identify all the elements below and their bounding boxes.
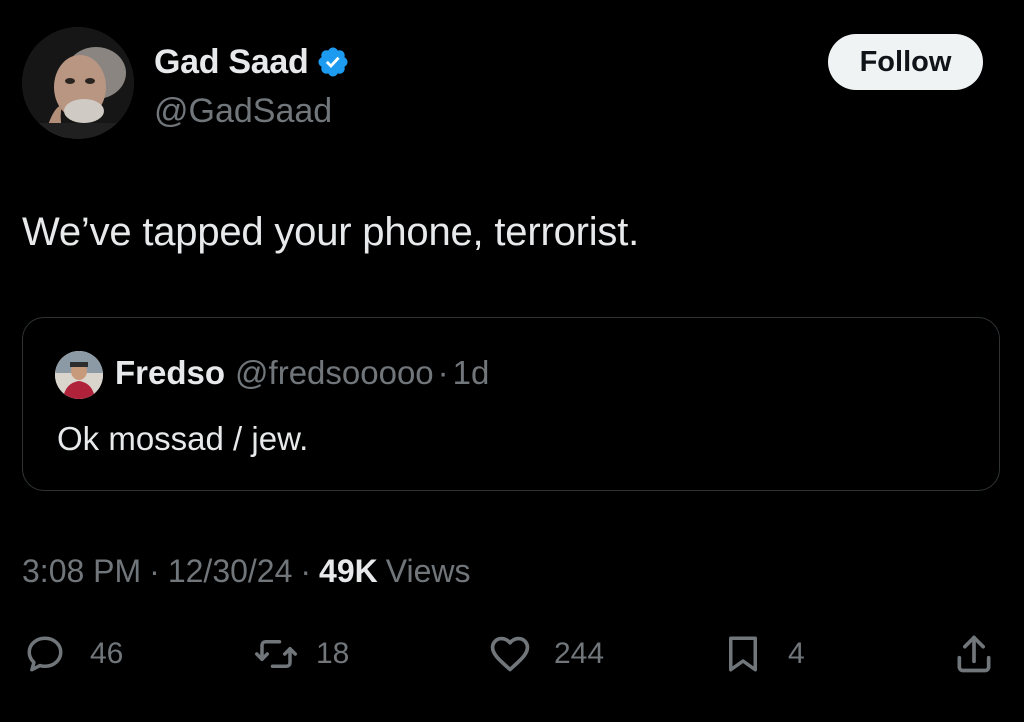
tweet-date[interactable]: 12/30/24 [168, 553, 293, 590]
author-avatar-image [22, 27, 134, 139]
quoted-tweet-text: Ok mossad / jew. [57, 420, 309, 457]
bookmark-count: 4 [788, 637, 805, 670]
quoted-author-handle[interactable]: @fredsooooo [235, 354, 434, 392]
follow-button[interactable]: Follow [828, 34, 983, 90]
author-handle[interactable]: @GadSaad [154, 92, 332, 131]
repost-button[interactable]: 18 [252, 632, 349, 676]
tweet-text: We’ve tapped your phone, terrorist. [22, 210, 640, 254]
views-label: Views [385, 553, 471, 589]
author-avatar[interactable] [22, 27, 134, 139]
quoted-separator: · [437, 354, 449, 391]
author-name[interactable]: Gad Saad [154, 43, 309, 82]
quoted-tweet-header: Fredso @fredsooooo · 1d [115, 354, 489, 392]
quoted-tweet-card[interactable]: Fredso @fredsooooo · 1d Ok mossad / jew. [22, 317, 1000, 491]
repost-count: 18 [316, 637, 350, 670]
quoted-author-name[interactable]: Fredso [115, 354, 225, 392]
meta-separator: · [300, 553, 312, 589]
tweet-meta: 3:08 PM · 12/30/24 · 49K Views [22, 553, 471, 590]
verified-badge-icon [316, 45, 350, 79]
heart-icon [486, 632, 534, 676]
tweet-time[interactable]: 3:08 PM [22, 553, 141, 590]
author-name-row[interactable]: Gad Saad [154, 42, 350, 82]
reply-count: 46 [90, 637, 124, 670]
views-count: 49K [319, 553, 378, 589]
bookmark-button[interactable]: 4 [722, 632, 805, 676]
reply-button[interactable]: 46 [22, 632, 123, 676]
bookmark-icon [722, 632, 764, 676]
reply-icon [22, 633, 68, 675]
like-count: 244 [554, 637, 605, 670]
repost-icon [252, 633, 300, 675]
quoted-author-avatar[interactable] [55, 351, 103, 399]
like-button[interactable]: 244 [486, 632, 604, 676]
quoted-tweet-time[interactable]: 1d [453, 354, 490, 392]
share-icon [952, 632, 996, 676]
quoted-author-avatar-image [55, 351, 103, 399]
share-button[interactable] [952, 632, 996, 676]
meta-separator: · [149, 553, 160, 589]
